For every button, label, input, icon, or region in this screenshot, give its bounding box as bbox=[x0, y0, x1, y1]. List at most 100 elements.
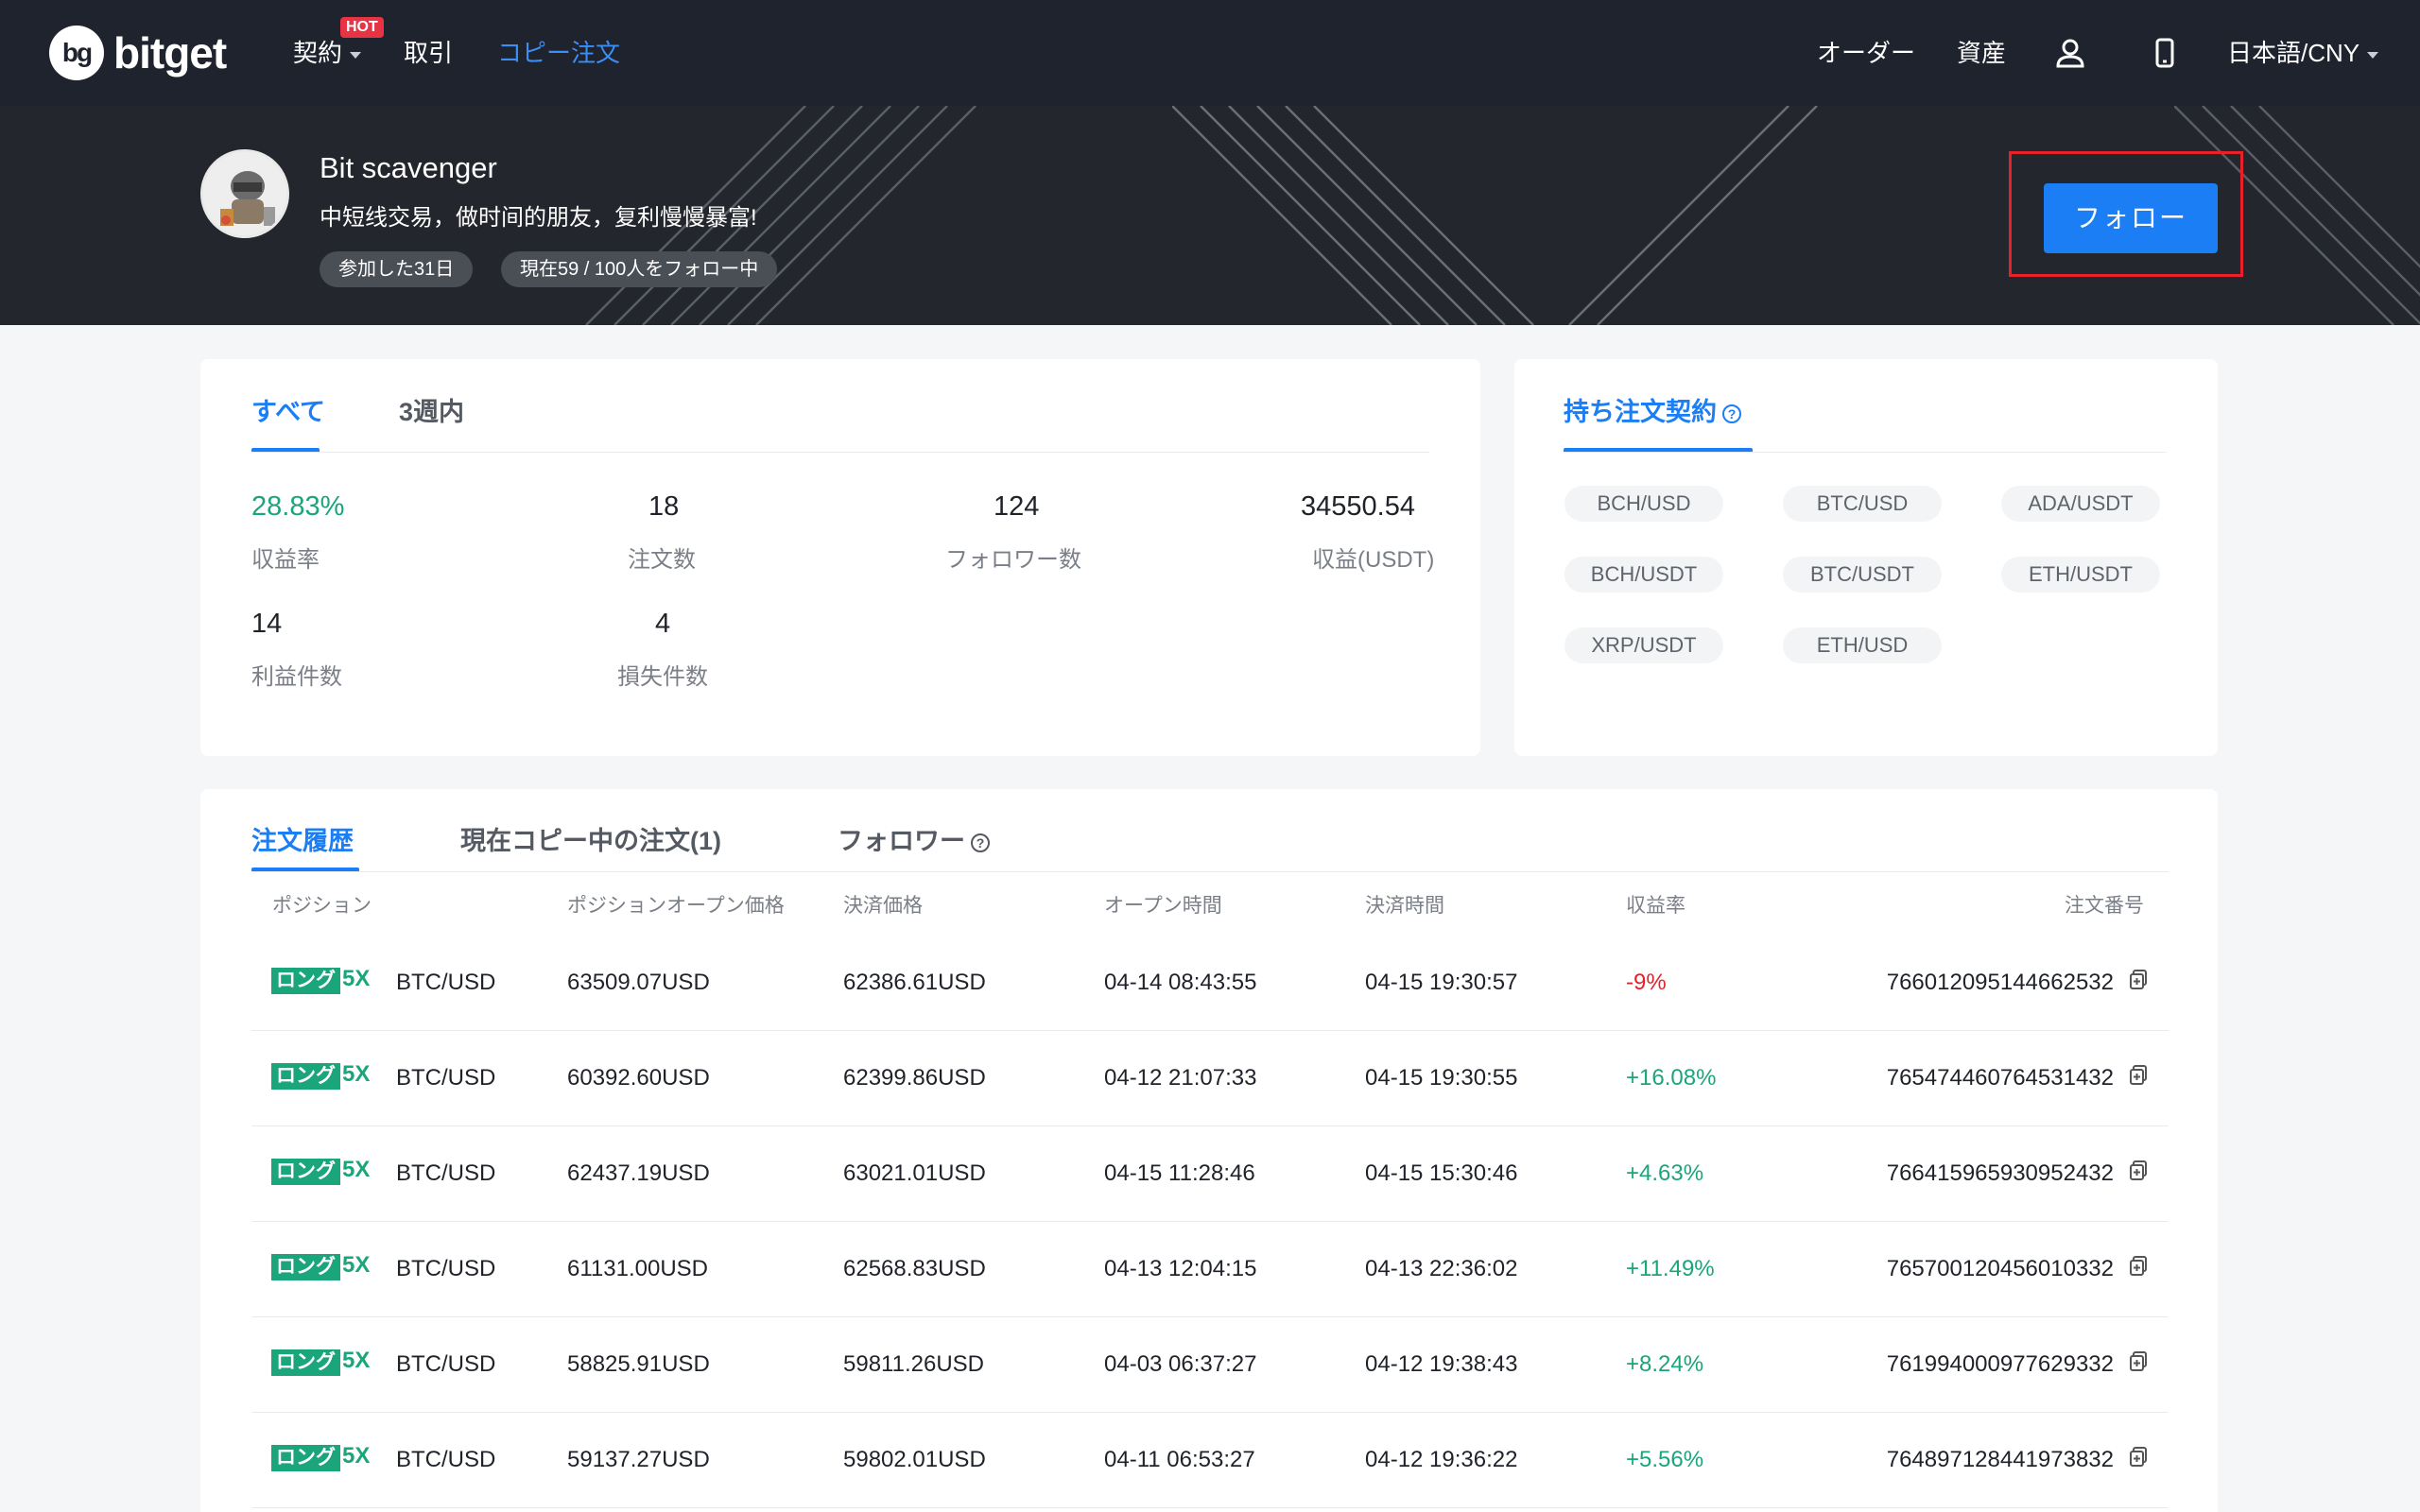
joined-days-badge: 参加した31日 bbox=[320, 251, 474, 287]
table-row[interactable]: ロング 5X BTC/USD 60392.60USD 62399.86USD 04-12 … bbox=[251, 1031, 2169, 1126]
copy-icon[interactable] bbox=[2129, 1256, 2148, 1277]
trader-bio: 中短线交易，做时间的朋友，复利慢慢暴富! bbox=[320, 205, 757, 231]
avatar-image bbox=[203, 152, 286, 235]
order-number: 761994000977629332 bbox=[1886, 1351, 2114, 1377]
pair: BTC/USD bbox=[396, 970, 496, 995]
table-row[interactable]: ロング 5X BTC/USD 62437.19USD 63021.01USD 04-15 … bbox=[251, 1126, 2169, 1222]
trader-name: Bit scavenger bbox=[320, 151, 497, 184]
copy-icon[interactable] bbox=[2129, 1351, 2148, 1372]
contract-chip[interactable]: BCH/USD bbox=[1564, 486, 1723, 522]
copy-icon[interactable] bbox=[2129, 970, 2148, 990]
contract-chip[interactable]: ETH/USD bbox=[1783, 627, 1942, 663]
close-time: 04-15 15:30:46 bbox=[1365, 1160, 1518, 1186]
nav-assets[interactable]: 資産 bbox=[1957, 34, 2006, 72]
col-order-number: 注文番号 bbox=[2065, 895, 2144, 917]
copy-icon[interactable] bbox=[2129, 1160, 2148, 1181]
col-return-rate: 収益率 bbox=[1626, 895, 1685, 917]
contract-chip[interactable]: XRP/USDT bbox=[1564, 627, 1723, 663]
nav-item-copy-trading[interactable]: コピー注文 bbox=[497, 34, 620, 72]
trader-avatar bbox=[200, 149, 289, 238]
following-count-badge: 現在59 / 100人をフォロー中 bbox=[501, 251, 778, 287]
close-price: 63021.01USD bbox=[843, 1160, 986, 1186]
close-time: 04-13 22:36:02 bbox=[1365, 1256, 1518, 1281]
long-tag: ロング bbox=[271, 1254, 340, 1280]
return-rate: +16.08% bbox=[1626, 1065, 1717, 1091]
copy-icon[interactable] bbox=[2129, 1065, 2148, 1086]
pair: BTC/USD bbox=[396, 1160, 496, 1186]
nav-item-label: 契約 bbox=[293, 39, 343, 67]
open-price: 59137.27USD bbox=[567, 1447, 710, 1472]
user-icon[interactable] bbox=[2053, 36, 2087, 70]
stat-orders-label: 注文数 bbox=[628, 547, 696, 573]
tab-current-copy-orders[interactable]: 現在コピー中の注文(1) bbox=[460, 820, 721, 857]
bitget-logo[interactable]: bg bitget bbox=[49, 25, 227, 81]
leverage: 5X bbox=[342, 1252, 371, 1278]
close-price: 59802.01USD bbox=[843, 1447, 986, 1472]
contracts-title: 持ち注文契約? bbox=[1564, 391, 1741, 428]
tab-order-history[interactable]: 注文履歴 bbox=[251, 820, 354, 857]
follow-button[interactable]: フォロー bbox=[2044, 183, 2218, 253]
contracts-title-label: 持ち注文契約 bbox=[1564, 398, 1717, 426]
pair: BTC/USD bbox=[396, 1351, 496, 1377]
stat-wins-label: 利益件数 bbox=[251, 664, 342, 690]
stat-profit-label: 収益(USDT) bbox=[1312, 547, 1435, 573]
stat-wins-value: 14 bbox=[251, 609, 283, 639]
language-selector[interactable]: 日本語/CNY bbox=[2227, 34, 2379, 72]
copy-icon[interactable] bbox=[2129, 1447, 2148, 1468]
long-tag: ロング bbox=[271, 1063, 340, 1090]
nav-orders[interactable]: オーダー bbox=[1817, 34, 1915, 72]
long-tag: ロング bbox=[271, 968, 340, 994]
top-nav: bg bitget 契約 HOT 取引 コピー注文 オーダー 資産 日本語/CN… bbox=[0, 0, 2420, 106]
table-row[interactable]: ロング 5X BTC/USD 58825.91USD 59811.26USD 04-03 … bbox=[251, 1317, 2169, 1413]
stat-followers-label: フォロワー数 bbox=[945, 547, 1081, 573]
banner-stripes-center bbox=[1172, 106, 1818, 325]
close-price: 62386.61USD bbox=[843, 970, 986, 995]
leverage: 5X bbox=[342, 1061, 371, 1087]
col-open-time: オープン時間 bbox=[1104, 895, 1222, 917]
bitget-logo-icon: bg bbox=[49, 26, 104, 80]
close-time: 04-15 19:30:55 bbox=[1365, 1065, 1518, 1091]
contract-chip[interactable]: BCH/USDT bbox=[1564, 557, 1723, 593]
contract-chip[interactable]: BTC/USD bbox=[1783, 486, 1942, 522]
contract-chip[interactable]: BTC/USDT bbox=[1783, 557, 1942, 593]
tab-3-weeks[interactable]: 3週内 bbox=[399, 391, 464, 428]
table-row[interactable]: ロング 5X BTC/USD 63509.07USD 62386.61USD 04-14 … bbox=[251, 936, 2169, 1031]
chevron-down-icon bbox=[350, 51, 362, 59]
orders-divider bbox=[251, 871, 2169, 872]
tab-followers[interactable]: フォロワー? bbox=[838, 820, 990, 857]
close-price: 62399.86USD bbox=[843, 1065, 986, 1091]
language-label: 日本語/CNY bbox=[2227, 39, 2360, 67]
pair: BTC/USD bbox=[396, 1447, 496, 1472]
close-time: 04-12 19:36:22 bbox=[1365, 1447, 1518, 1472]
stat-losses-label: 損失件数 bbox=[617, 664, 708, 690]
open-time: 04-13 12:04:15 bbox=[1104, 1256, 1257, 1281]
nav-item-contracts[interactable]: 契約 bbox=[293, 34, 362, 72]
open-time: 04-11 06:53:27 bbox=[1104, 1447, 1255, 1472]
stats-divider bbox=[251, 452, 1429, 453]
nav-item-trade[interactable]: 取引 bbox=[404, 34, 453, 72]
table-row[interactable]: ロング 5X BTC/USD 61131.00USD 62568.83USD 04-13 … bbox=[251, 1222, 2169, 1317]
stat-followers-value: 124 bbox=[994, 491, 1040, 522]
contract-chip[interactable]: ADA/USDT bbox=[2001, 486, 2160, 522]
tab-all[interactable]: すべて bbox=[251, 391, 325, 428]
help-icon[interactable]: ? bbox=[971, 833, 990, 852]
open-price: 61131.00USD bbox=[567, 1256, 708, 1281]
table-row[interactable]: ロング 5X BTC/USD 59137.27USD 59802.01USD 04-11 … bbox=[251, 1413, 2169, 1508]
order-number: 766012095144662532 bbox=[1886, 970, 2114, 995]
open-price: 58825.91USD bbox=[567, 1351, 710, 1377]
contract-chip[interactable]: ETH/USDT bbox=[2001, 557, 2160, 593]
leverage: 5X bbox=[342, 966, 371, 991]
help-icon[interactable]: ? bbox=[1722, 404, 1741, 423]
chevron-down-icon bbox=[2367, 51, 2379, 59]
order-number: 766415965930952432 bbox=[1886, 1160, 2114, 1186]
stat-orders-value: 18 bbox=[648, 491, 680, 522]
order-number: 764897128441973832 bbox=[1886, 1447, 2114, 1472]
open-time: 04-12 21:07:33 bbox=[1104, 1065, 1257, 1091]
open-price: 62437.19USD bbox=[567, 1160, 710, 1186]
tab-followers-label: フォロワー bbox=[838, 827, 965, 855]
open-time: 04-15 11:28:46 bbox=[1104, 1160, 1255, 1186]
mobile-icon[interactable] bbox=[2148, 36, 2182, 70]
long-tag: ロング bbox=[271, 1159, 340, 1185]
order-number: 765474460764531432 bbox=[1886, 1065, 2114, 1091]
leverage: 5X bbox=[342, 1348, 371, 1373]
